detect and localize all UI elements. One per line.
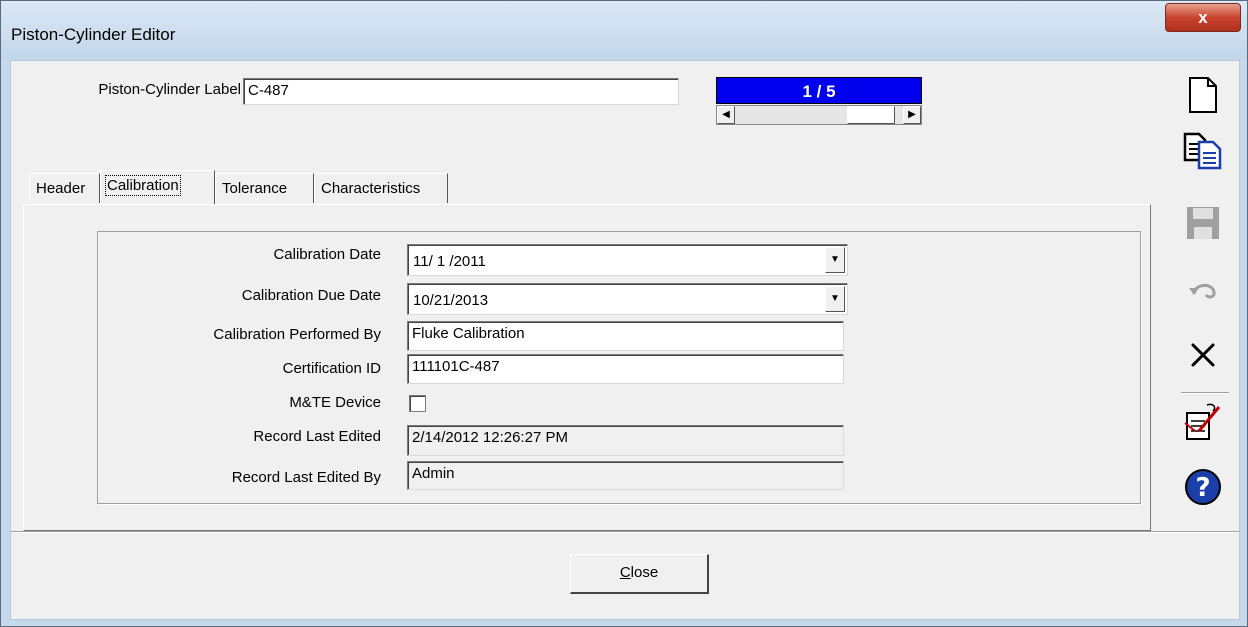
scroll-left-button[interactable]: ◀ [717,106,735,124]
calibration-due-date-picker[interactable]: 10/21/2013 ▼ [407,283,848,315]
calibration-date-label: Calibration Date [273,246,381,263]
toolbar-separator [1181,392,1229,394]
record-last-edited-value: 2/14/2012 12:26:27 PM [407,425,844,456]
calibration-date-value: 11/ 1 /2011 [413,253,486,270]
scroll-thumb[interactable] [847,106,895,124]
copy-icon[interactable] [1183,131,1223,171]
window-title: Piston-Cylinder Editor [11,25,176,44]
title-bar[interactable]: Piston-Cylinder Editor x [1,1,1247,59]
save-icon [1183,203,1223,243]
calibration-due-date-value: 10/21/2013 [413,292,489,309]
tab-calibration[interactable]: Calibration [100,170,215,204]
window-close-button[interactable]: x [1165,3,1241,32]
tab-tolerance[interactable]: Tolerance [215,173,314,203]
edit-signature-icon[interactable] [1183,401,1223,441]
chevron-down-icon[interactable]: ▼ [825,247,845,273]
tab-header[interactable]: Header [29,173,100,203]
mte-device-label: M&TE Device [289,394,381,411]
record-last-edited-label: Record Last Edited [253,428,381,445]
undo-icon [1183,269,1223,309]
client-area: Piston-Cylinder Label C-487 1 / 5 ◀ ▶ He… [10,60,1240,620]
calibration-due-date-label: Calibration Due Date [241,287,381,304]
delete-icon[interactable] [1183,335,1223,375]
help-icon[interactable]: ? [1183,467,1223,507]
record-position-indicator: 1 / 5 [716,77,922,104]
close-mnemonic: C [619,564,631,581]
close-button[interactable]: Close [570,554,709,594]
chevron-down-icon[interactable]: ▼ [825,286,845,312]
tab-characteristics[interactable]: Characteristics [314,173,448,203]
piston-cylinder-label-input[interactable]: C-487 [243,78,679,105]
certification-id-input[interactable]: 111101C-487 [407,354,844,384]
scroll-right-button[interactable]: ▶ [903,106,921,124]
certification-id-label: Certification ID [282,360,381,377]
svg-text:?: ? [1195,473,1210,503]
record-last-edited-by-value: Admin [407,461,844,490]
record-scrollbar[interactable]: ◀ ▶ [716,105,922,125]
new-document-icon[interactable] [1183,75,1223,115]
mte-device-checkbox[interactable] [409,395,426,412]
footer-separator [11,531,1239,533]
editor-window: Piston-Cylinder Editor x Piston-Cylinder… [0,0,1248,627]
calibration-date-picker[interactable]: 11/ 1 /2011 ▼ [407,244,848,276]
calibration-performed-by-label: Calibration Performed By [213,326,381,343]
record-last-edited-by-label: Record Last Edited By [231,469,381,486]
close-label-rest: lose [630,564,659,581]
piston-cylinder-label-caption: Piston-Cylinder Label [98,81,241,98]
calibration-performed-by-input[interactable]: Fluke Calibration [407,321,844,351]
